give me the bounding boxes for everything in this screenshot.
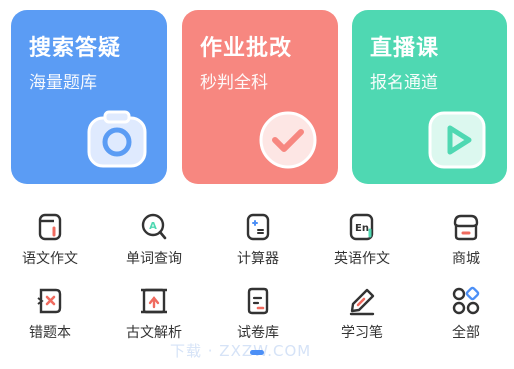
- calculator-icon: [246, 213, 270, 241]
- card-title: 搜索答疑: [29, 36, 122, 61]
- shop-icon: [453, 214, 479, 241]
- tool-all[interactable]: 全部: [416, 286, 514, 342]
- tool-label: 商城: [452, 251, 480, 267]
- tool-chinese-essay[interactable]: 语文作文: [0, 212, 100, 268]
- all-grid-icon: [452, 286, 480, 315]
- english-essay-icon: En: [349, 213, 374, 241]
- card-title: 直播课: [370, 36, 440, 61]
- tool-word-lookup[interactable]: A 单词查询: [104, 212, 204, 268]
- tool-english-essay[interactable]: En 英语作文: [312, 212, 412, 268]
- card-subtitle: 报名通道: [370, 73, 438, 93]
- tool-study-pen[interactable]: 学习笔: [312, 286, 412, 342]
- tool-label: 错题本: [29, 325, 71, 341]
- tool-label: 计算器: [237, 251, 279, 267]
- tool-label: 单词查询: [126, 251, 182, 267]
- word-search-icon: A: [141, 213, 167, 240]
- tool-label: 试卷库: [237, 325, 279, 341]
- essay-book-icon: [38, 213, 62, 241]
- tool-exam-library[interactable]: 试卷库: [208, 286, 308, 342]
- study-pen-icon: [349, 288, 375, 316]
- tool-label: 学习笔: [341, 325, 383, 341]
- card-subtitle: 海量题库: [29, 73, 97, 93]
- tool-label: 古文解析: [126, 325, 182, 341]
- tool-shop[interactable]: 商城: [416, 212, 514, 268]
- search-answer-card[interactable]: 搜索答疑 海量题库: [11, 10, 167, 184]
- tool-label: 全部: [452, 325, 480, 341]
- classical-text-icon: [141, 288, 167, 314]
- camera-icon: [87, 110, 147, 168]
- play-icon: [428, 111, 486, 169]
- tool-wrong-book[interactable]: 错题本: [0, 286, 100, 342]
- check-circle-icon: [259, 111, 317, 169]
- tool-label: 语文作文: [22, 251, 78, 267]
- tool-classical-analysis[interactable]: 古文解析: [104, 286, 204, 342]
- tool-calculator[interactable]: 计算器: [208, 212, 308, 268]
- exam-paper-icon: [247, 287, 269, 315]
- watermark: 下载 · ZXZW.COM: [170, 342, 312, 360]
- tool-grid: 语文作文 A 单词查询 计算器 En 英语作文 商城 错题本 古文解析 试卷库 …: [0, 200, 514, 342]
- page-indicator: [250, 350, 264, 355]
- card-subtitle: 秒判全科: [200, 73, 268, 93]
- wrong-book-icon: [37, 288, 62, 314]
- card-title: 作业批改: [200, 36, 293, 61]
- tool-label: 英语作文: [334, 251, 390, 267]
- svg-text:En: En: [355, 223, 369, 234]
- svg-text:A: A: [149, 221, 157, 232]
- homework-check-card[interactable]: 作业批改 秒判全科: [182, 10, 338, 184]
- feature-cards: 搜索答疑 海量题库 作业批改 秒判全科 直播课 报名通道: [11, 10, 507, 184]
- live-class-card[interactable]: 直播课 报名通道: [352, 10, 507, 184]
